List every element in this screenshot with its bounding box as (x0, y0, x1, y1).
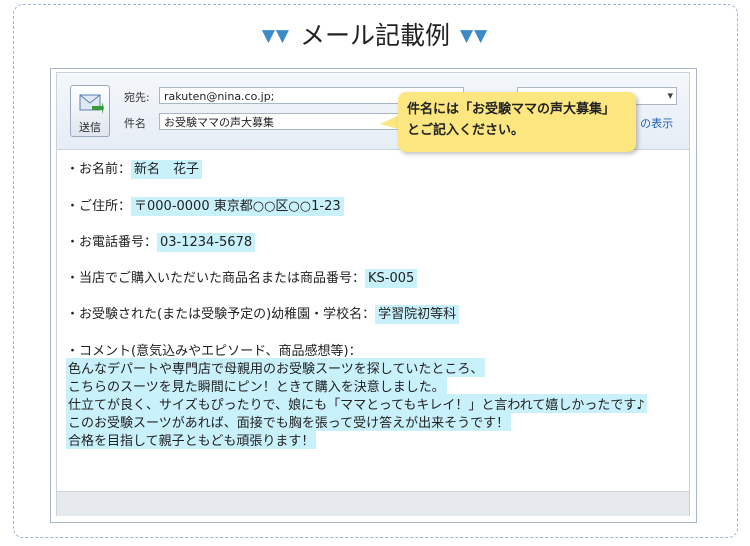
field-value: KS-005 (365, 269, 418, 288)
comment-line: 仕立てが良く、サイズもぴったりで、娘にも「ママとってもキレイ！」と言われて嬉しか… (66, 394, 647, 413)
triangle-down-icon: ▼▼ (261, 26, 290, 46)
field-phone: ・お電話番号： 03-1234-5678 (66, 231, 256, 252)
page-title: メール記載例 (299, 21, 450, 50)
comment-line: 色んなデパートや専門店で母親用のお受験スーツを探していたところ、 (66, 358, 486, 377)
send-mail-icon (79, 94, 104, 114)
comment-line: 合格を目指して親子ともども頑張ります！ (66, 430, 317, 449)
callout-line: とご記入ください。 (407, 123, 525, 138)
field-value: 新名 花子 (131, 160, 203, 179)
field-value: 03-1234-5678 (157, 233, 256, 252)
to-label: 宛先: (124, 91, 150, 104)
field-value: 〒000-0000 東京都○○区○○1-23 (131, 197, 344, 216)
field-product: ・当店でご購入いただいた商品名または商品番号： KS-005 (66, 267, 418, 288)
page-heading: ▼▼ メール記載例 ▼▼ (0, 16, 750, 52)
callout-line: 件名には「お受験ママの声大募集」 (407, 102, 616, 117)
field-value: 学習院初等科 (375, 305, 460, 324)
send-button-label: 送信 (79, 121, 101, 134)
field-name: ・お名前： 新名 花子 (66, 158, 203, 179)
subject-callout: 件名には「お受験ママの声大募集」 とご記入ください。 (398, 92, 636, 152)
mail-body[interactable]: ・お名前： 新名 花子 ・ご住所： 〒000-0000 東京都○○区○○1-23 ・… (57, 150, 689, 480)
triangle-down-icon: ▼▼ (460, 26, 489, 46)
comment-line: このお受験スーツがあれば、面接でも胸を張って受け答えが出来そうです！ (66, 412, 512, 431)
field-address: ・ご住所： 〒000-0000 東京都○○区○○1-23 (66, 195, 344, 216)
subject-label: 件名 (124, 117, 146, 130)
send-button[interactable]: 送信 (70, 85, 110, 137)
comment-line: こちらのスーツを見た瞬間にピン！ときて購入を決意しました。 (66, 376, 447, 395)
comment-label: ・コメント(意気込みやエピソード、商品感想等)： (66, 344, 362, 359)
status-bar (57, 491, 689, 516)
field-school: ・お受験された(または受験予定の)幼稚園・学校名： 学習院初等科 (66, 303, 460, 324)
chevron-down-icon: ▾ (667, 89, 673, 102)
